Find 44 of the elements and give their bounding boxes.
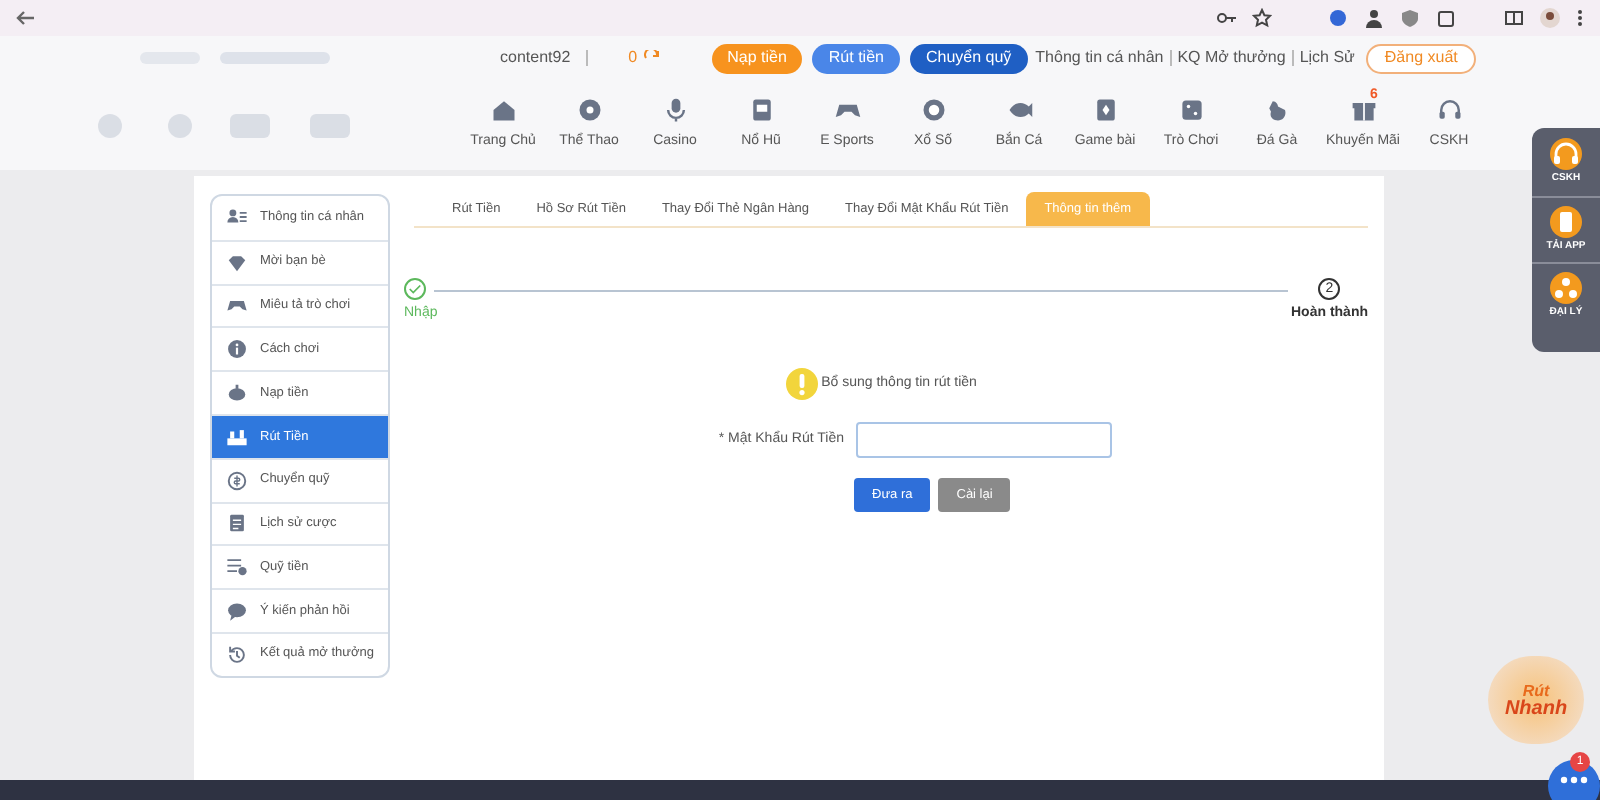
username-text: content92	[500, 46, 571, 70]
coin-icon	[226, 469, 248, 492]
history-icon	[226, 643, 248, 666]
promo-text: Rút	[1522, 682, 1550, 700]
info-icon	[226, 338, 248, 361]
promo-text: Nhanh	[1504, 700, 1568, 718]
puzzle-icon[interactable]	[1436, 8, 1456, 28]
headset-icon	[1550, 138, 1582, 170]
rooster-icon	[1263, 96, 1291, 124]
ball-icon	[575, 96, 603, 124]
phone-icon	[1550, 205, 1582, 237]
password-field[interactable]	[856, 422, 1112, 458]
avatar-icon[interactable]	[1540, 8, 1560, 28]
microphone-icon	[661, 96, 689, 124]
menu-icon[interactable]	[1576, 8, 1584, 28]
clipboard-icon	[226, 512, 248, 535]
diamond-icon	[226, 251, 248, 274]
list-icon	[226, 556, 248, 579]
header-link[interactable]: Thông tin cá nhân	[1035, 46, 1164, 70]
back-arrow-icon[interactable]	[16, 8, 36, 28]
people-icon	[1550, 272, 1582, 304]
withdraw-button[interactable]: Rút tiền	[812, 43, 900, 73]
dice-icon	[1177, 96, 1205, 124]
person-icon[interactable]	[1364, 8, 1384, 28]
sidebar-icon[interactable]	[1504, 8, 1524, 28]
transfer-button[interactable]: Chuyển quỹ	[909, 43, 1028, 73]
card-icon	[1091, 96, 1119, 124]
slot-machine-icon	[747, 96, 775, 124]
house-icon	[489, 96, 517, 124]
chat-button[interactable]	[1548, 760, 1600, 800]
chart-icon	[226, 425, 248, 448]
key-icon[interactable]	[1216, 8, 1236, 28]
header-link[interactable]: Lịch Sử	[1299, 46, 1355, 70]
headset-icon	[1435, 96, 1463, 124]
warning-icon	[785, 368, 818, 400]
header-link[interactable]: KQ Mở thưởng	[1177, 46, 1286, 70]
dots-icon	[1560, 776, 1588, 784]
speech-bubble-icon	[226, 600, 248, 623]
piggy-bank-icon	[226, 382, 248, 405]
ball-icon	[919, 96, 947, 124]
profile-icon	[226, 206, 248, 229]
shield-icon[interactable]	[1400, 8, 1420, 28]
star-icon[interactable]	[1252, 8, 1272, 28]
balance-text: 0	[628, 46, 638, 70]
